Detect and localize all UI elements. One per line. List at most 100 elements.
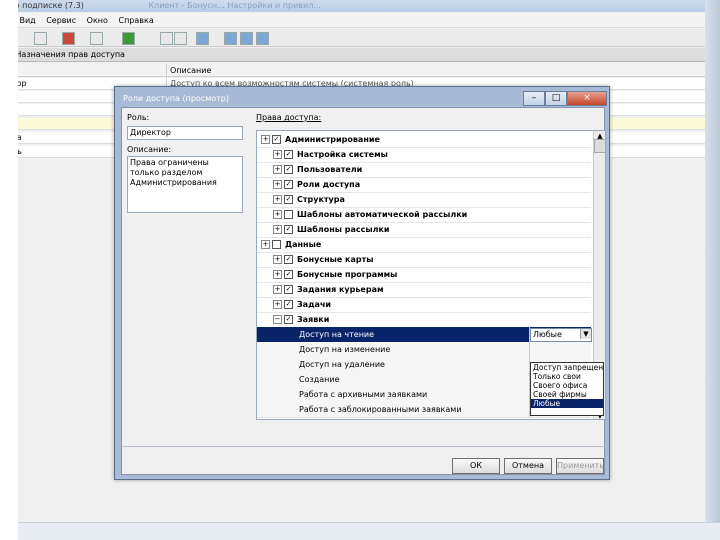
status-bar [18,522,720,540]
access-select-value: Любые [533,330,562,339]
expand-icon[interactable]: + [261,135,270,144]
expand-icon[interactable]: + [273,270,282,279]
section-header: ка) Назначения прав доступа [0,48,705,62]
tree-checkbox[interactable]: ✓ [284,255,293,264]
tree-checkbox[interactable]: ✓ [272,135,281,144]
role-label: Роль: [127,113,150,122]
tree-row[interactable]: + ✓ Администрирование [257,132,591,148]
menu-item-view[interactable]: Вид [15,14,39,28]
app-ghost-title: Клиент - Бонусн... Настройки и привил... [148,1,321,10]
role-field[interactable]: Директор [127,126,243,140]
tree-row[interactable]: Доступ на чтение Любые ▼ [257,327,592,343]
menu-item-window[interactable]: Окно [83,14,112,28]
dropdown-option[interactable]: Своего офиса [531,381,603,390]
minimize-button[interactable]: – [523,91,545,106]
tree-row[interactable]: + ✓ Пользователи [257,162,591,178]
tree-checkbox[interactable]: ✓ [284,150,293,159]
tree-checkbox[interactable] [284,210,293,219]
tree-row[interactable]: + ✓ Задания курьерам [257,282,591,298]
rights-label: Права доступа: [256,113,322,122]
tree-row[interactable]: + ✓ Настройка системы [257,147,591,163]
dropdown-option[interactable]: Любые [531,399,603,408]
tree-label: Бонусные программы [297,270,398,279]
filter-icon[interactable] [196,32,209,45]
list-icon[interactable] [224,32,237,45]
tree-checkbox[interactable]: ✓ [284,180,293,189]
roles-dialog: Роли доступа (просмотр) – □ × Роль: Дире… [114,86,610,480]
tree-checkbox[interactable]: ✓ [284,315,293,324]
refresh-icon[interactable] [122,32,135,45]
tree-row[interactable]: + ✓ Структура [257,192,591,208]
tree-label: Структура [297,195,345,204]
column-header-description[interactable]: Описание [170,66,211,75]
tree-row[interactable]: + ✓ Задачи [257,297,591,313]
color-icon[interactable] [62,32,75,45]
tree-label: Работа с архивными заявками [299,390,428,399]
maximize-button[interactable]: □ [545,91,567,106]
expand-icon[interactable]: + [273,165,282,174]
search-icon[interactable] [34,32,47,45]
expand-icon[interactable]: + [273,285,282,294]
expand-icon[interactable]: + [273,300,282,309]
tree-row[interactable]: − ✓ Заявки [257,312,591,328]
slide-margin [0,0,18,540]
dialog-title: Роли доступа (просмотр) [123,94,229,103]
tree-row[interactable]: + Шаблоны автоматической рассылки [257,207,591,223]
column-divider [529,342,530,357]
tree-checkbox[interactable]: ✓ [284,285,293,294]
menu-item-tools[interactable]: Сервис [42,14,80,28]
tree-label: Доступ на удаление [299,360,385,369]
expand-icon[interactable]: + [273,150,282,159]
chevron-down-icon[interactable]: ▼ [580,329,591,339]
slide-margin [705,0,720,540]
tree-label: Данные [285,240,322,249]
menu-item-help[interactable]: Справка [114,14,157,28]
description-field[interactable]: Права ограничены только разделом Админис… [127,156,243,213]
expand-icon[interactable]: + [261,240,270,249]
tree-label: Настройка системы [297,150,388,159]
tree-label: Создание [299,375,340,384]
print-icon[interactable] [256,32,269,45]
tree-label: Пользователи [297,165,363,174]
scroll-thumb[interactable] [594,139,605,153]
toolbar-icon[interactable] [160,32,173,45]
expand-icon[interactable]: + [273,255,282,264]
menu-bar: а Вид Сервис Окно Справка [0,14,705,28]
access-select[interactable]: Любые ▼ [530,328,592,342]
tree-label: Администрирование [285,135,380,144]
tree-row[interactable]: + ✓ Шаблоны рассылки [257,222,591,238]
close-button[interactable]: × [567,91,607,106]
expand-icon[interactable]: + [273,225,282,234]
tree-label: Работа с заблокированными заявками [299,405,462,414]
tree-row[interactable]: + ✓ Бонусные программы [257,267,591,283]
tree-checkbox[interactable]: ✓ [284,270,293,279]
expand-icon[interactable]: + [273,180,282,189]
footer-divider [122,446,606,447]
dropdown-option[interactable]: Доступ запрещен [531,363,603,372]
tree-checkbox[interactable]: ✓ [284,225,293,234]
tree-checkbox[interactable]: ✓ [284,195,293,204]
tree-row[interactable]: + ✓ Бонусные карты [257,252,591,268]
tree-row[interactable]: + Данные [257,237,591,253]
expand-icon[interactable]: + [273,195,282,204]
calendar-icon[interactable] [240,32,253,45]
cancel-button[interactable]: Отмена [504,458,552,474]
collapse-icon[interactable]: − [273,315,282,324]
dropdown-option[interactable]: Своей фирмы [531,390,603,399]
access-dropdown-list[interactable]: Доступ запрещен Только свои Своего офиса Св… [530,362,604,416]
tree-checkbox[interactable]: ✓ [284,300,293,309]
toolbar-icon[interactable] [174,32,187,45]
dropdown-option[interactable]: Только свои [531,372,603,381]
tree-row[interactable]: + ✓ Роли доступа [257,177,591,193]
expand-icon[interactable]: + [273,210,282,219]
tree-checkbox[interactable]: ✓ [284,165,293,174]
tree-checkbox[interactable] [272,240,281,249]
table-icon[interactable] [90,32,103,45]
ok-button[interactable]: ОК [452,458,500,474]
toolbar [0,29,705,47]
description-label: Описание: [127,145,172,154]
apply-button[interactable]: Применить [556,458,604,474]
tree-row[interactable]: Доступ на изменение [257,342,591,358]
tree-label: Доступ на чтение [299,330,375,339]
tree-label: Шаблоны автоматической рассылки [297,210,468,219]
